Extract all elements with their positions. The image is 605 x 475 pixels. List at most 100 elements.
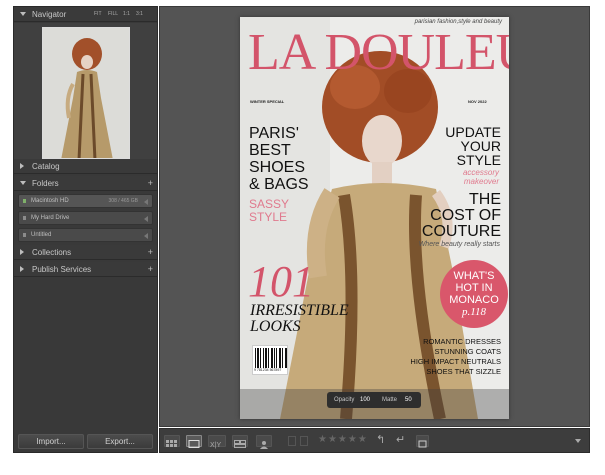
cover-looks: LOOKS <box>250 318 301 335</box>
cover-issue-right: NOV 2022 <box>468 99 487 104</box>
headline-line: MONACO <box>449 294 499 306</box>
left-panel: Navigator FIT FILL 1:1 3:1 Catalog Folde… <box>13 6 158 453</box>
matte-value[interactable]: 50 <box>405 392 412 408</box>
loupe-view-icon[interactable] <box>186 435 202 448</box>
headline-line: & BAGS <box>249 176 309 193</box>
feature-item: HIGH IMPACT NEUTRALS <box>410 357 501 366</box>
opacity-label: Opacity <box>334 397 355 403</box>
cover-barcode: 9 781234 567897 <box>252 345 288 375</box>
headline-line: THE <box>469 191 501 208</box>
svg-text:X|Y: X|Y <box>210 442 221 449</box>
magazine-cover-photo[interactable]: parisian fashion,style and beauty LA DOU… <box>240 17 509 419</box>
headline-line: p.118 <box>462 306 486 318</box>
opacity-value[interactable]: 100 <box>360 392 370 408</box>
rotate-left-icon[interactable]: ↰ <box>376 433 385 446</box>
compare-view-icon[interactable]: X|Y <box>208 435 226 449</box>
matte-label: Matte <box>382 397 398 403</box>
navigator-header[interactable]: Navigator FIT FILL 1:1 3:1 <box>14 7 157 22</box>
zoom-3-1[interactable]: 3:1 <box>136 7 143 22</box>
expand-triangle-icon[interactable] <box>20 266 24 272</box>
disclosure-arrow-icon[interactable] <box>144 233 148 239</box>
headline-line: COST OF <box>430 207 501 224</box>
toolbar-menu-chevron-down-icon[interactable] <box>575 439 581 443</box>
headline-line: STYLE <box>456 152 501 168</box>
crop-overlay-icon[interactable] <box>416 435 429 448</box>
collapse-triangle-icon[interactable] <box>20 181 26 185</box>
add-folder-icon[interactable]: + <box>148 176 153 191</box>
overlay-controls: Opacity 100 Matte 50 <box>327 392 421 408</box>
headline-line: BEST <box>249 142 291 159</box>
survey-view-icon[interactable] <box>232 435 248 448</box>
feature-item: ROMANTIC DRESSES <box>423 337 501 346</box>
grid-view-icon[interactable] <box>164 435 180 447</box>
people-view-icon[interactable] <box>256 435 272 449</box>
expand-triangle-icon[interactable] <box>20 163 24 169</box>
people-glyph <box>260 441 268 449</box>
cover-101: 101 <box>248 257 314 306</box>
headline-line: STYLE <box>249 210 288 224</box>
headline-line: SHOES <box>249 159 306 176</box>
volume-macintosh-hd[interactable]: Macintosh HD 308 / 465 GB <box>18 194 153 208</box>
navigator-title: Navigator <box>32 10 67 19</box>
headline-line: makeover <box>463 177 499 186</box>
headline-line: UPDATE <box>445 124 501 140</box>
collections-header[interactable]: Collections + <box>14 245 157 260</box>
add-collection-icon[interactable]: + <box>148 245 153 260</box>
volume-name: My Hard Drive <box>31 215 70 221</box>
headline-line: YOUR <box>460 138 501 154</box>
flag-reject-icon[interactable] <box>300 436 308 446</box>
collections-title: Collections <box>32 248 72 257</box>
expand-triangle-icon[interactable] <box>20 249 24 255</box>
cover-cost-of-couture: THE COST OF COUTURE <box>422 192 501 240</box>
star-rating-icon[interactable]: ★★★★★ <box>318 434 368 445</box>
headline-line: PARIS' <box>249 125 299 142</box>
cover-accessory-makeover: accessory makeover <box>463 168 499 186</box>
compare-glyph: X|Y <box>210 442 221 449</box>
cover-whats-hot: WHAT'S HOT IN MONACO p.118 <box>440 270 508 318</box>
cover-update-style: UPDATE YOUR STYLE <box>445 125 501 167</box>
folders-header[interactable]: Folders + <box>14 176 157 191</box>
cover-beauty-line: Where beauty really starts <box>418 241 500 248</box>
survey-glyph <box>234 440 246 448</box>
volume-status-icon <box>23 216 26 220</box>
cover-sassy-style: SASSY STYLE <box>249 198 289 224</box>
volume-my-hard-drive[interactable]: My Hard Drive <box>18 211 153 225</box>
headline-line: accessory <box>462 168 499 177</box>
disclosure-arrow-icon[interactable] <box>144 216 148 222</box>
loupe-glyph <box>188 440 200 448</box>
navigator-thumbnail[interactable] <box>42 27 130 159</box>
publish-services-title: Publish Services <box>32 265 92 274</box>
lightroom-window: Navigator FIT FILL 1:1 3:1 Catalog Folde… <box>0 0 605 475</box>
barcode-icon <box>255 348 287 368</box>
volume-name: Untitled <box>31 232 52 238</box>
catalog-title: Catalog <box>32 162 60 171</box>
cover-masthead: LA DOULEUR <box>248 24 509 81</box>
zoom-fill[interactable]: FILL <box>108 7 118 22</box>
toolbar: X|Y ★★★★★ ↰ ↵ <box>159 428 590 453</box>
volume-size: 308 / 465 GB <box>108 198 138 204</box>
rotate-right-icon[interactable]: ↵ <box>396 433 405 446</box>
cover-headline-paris: PARIS' BEST SHOES & BAGS <box>249 125 309 193</box>
headline-line: COUTURE <box>421 223 501 240</box>
volume-untitled[interactable]: Untitled <box>18 228 153 242</box>
thumbnail-image <box>43 28 129 158</box>
import-button[interactable]: Import... <box>18 434 84 449</box>
grid-glyph <box>166 440 177 447</box>
feature-item: STUNNING COATS <box>434 347 501 356</box>
disclosure-arrow-icon[interactable] <box>144 199 148 205</box>
publish-services-header[interactable]: Publish Services + <box>14 262 157 277</box>
export-button[interactable]: Export... <box>87 434 153 449</box>
zoom-1-1[interactable]: 1:1 <box>123 7 130 22</box>
volume-name: Macintosh HD <box>31 198 69 204</box>
volume-status-icon <box>23 233 26 237</box>
headline-line: HOT IN <box>455 282 493 294</box>
crop-glyph <box>418 440 427 448</box>
add-publish-service-icon[interactable]: + <box>148 262 153 277</box>
flag-pick-icon[interactable] <box>288 436 296 446</box>
zoom-fit[interactable]: FIT <box>94 7 102 22</box>
headline-line: WHAT'S <box>453 270 495 282</box>
cover-feature-list: ROMANTIC DRESSES STUNNING COATS HIGH IMP… <box>410 337 501 377</box>
collapse-triangle-icon[interactable] <box>20 12 26 16</box>
navigator-preview-area <box>14 23 157 165</box>
catalog-header[interactable]: Catalog <box>14 159 157 174</box>
